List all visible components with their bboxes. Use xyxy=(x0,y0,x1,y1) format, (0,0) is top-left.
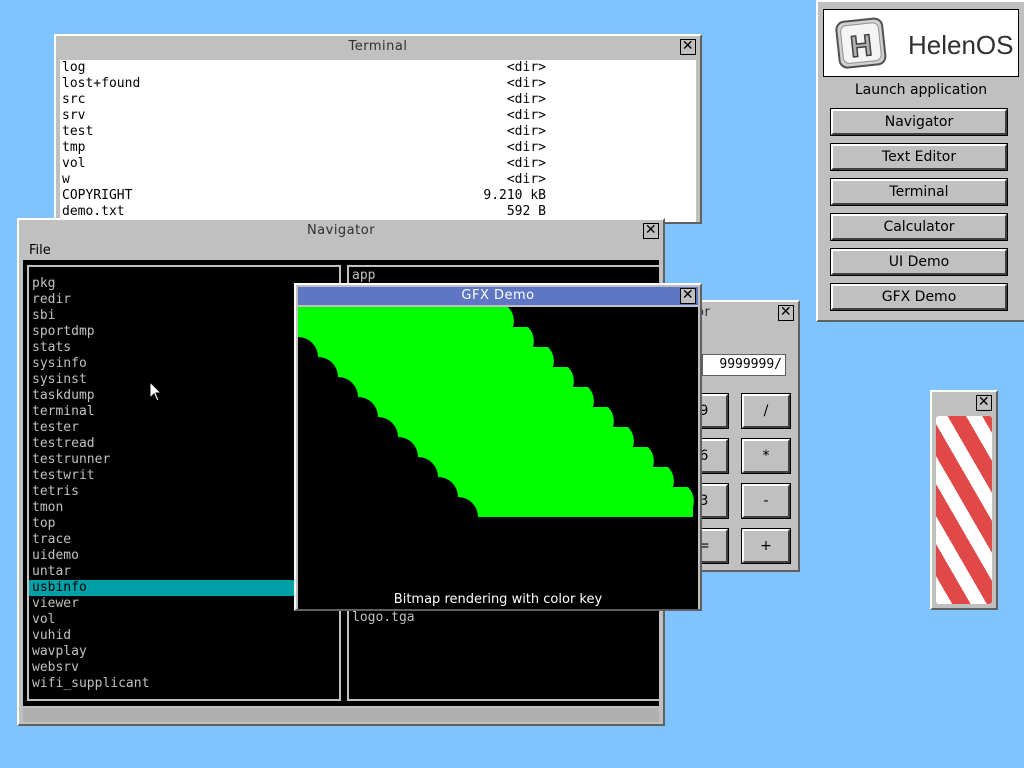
list-item[interactable]: sysinfo xyxy=(29,356,339,372)
terminal-line: src <dir> xyxy=(62,92,546,107)
close-icon: ✕ xyxy=(644,222,658,238)
list-item[interactable]: wavplay xyxy=(29,644,339,660)
terminal-line: w <dir> xyxy=(62,172,546,187)
list-item[interactable]: tester xyxy=(29,420,339,436)
launch-terminal-button[interactable]: Terminal xyxy=(830,178,1008,206)
list-item[interactable]: trace xyxy=(29,532,339,548)
list-item[interactable]: testread xyxy=(29,436,339,452)
logo-text: HelenOS xyxy=(908,30,1014,60)
close-icon: ✕ xyxy=(779,304,793,320)
barber-titlebar[interactable]: ✕ xyxy=(934,394,994,412)
navigator-close-button[interactable]: ✕ xyxy=(643,223,659,239)
list-item[interactable]: sysinst xyxy=(29,372,339,388)
terminal-content[interactable]: log <dir> lost+found <dir> src <dir> srv <di… xyxy=(60,60,696,222)
calculator-display: 9999999/ xyxy=(702,354,786,376)
list-item[interactable]: app xyxy=(349,268,375,284)
barber-pole-window[interactable]: ✕ xyxy=(930,390,998,610)
launch-gfx-demo-button[interactable]: GFX Demo xyxy=(830,283,1008,311)
calculator-titlebar[interactable]: or ✕ xyxy=(694,304,796,322)
list-item[interactable]: stats xyxy=(29,340,339,356)
list-item[interactable]: vol xyxy=(29,612,339,628)
barber-pole-animation xyxy=(936,416,992,604)
bitmap-render xyxy=(298,307,698,609)
navigator-titlebar[interactable]: Navigator ✕ xyxy=(21,222,661,240)
navigator-menubar: File xyxy=(21,242,661,260)
calculator-window[interactable]: or ✕ 9999999/ 9 / 6 * 3 - = + xyxy=(679,300,800,572)
close-icon: ✕ xyxy=(681,38,695,54)
list-item[interactable]: pkg xyxy=(29,276,339,292)
list-item-selected[interactable]: usbinfo xyxy=(29,580,339,596)
terminal-title: Terminal xyxy=(348,39,408,54)
list-item[interactable]: untar xyxy=(29,564,339,580)
gfx-demo-title: GFX Demo xyxy=(461,288,535,303)
gfx-demo-titlebar[interactable]: GFX Demo ✕ xyxy=(298,287,698,305)
list-item[interactable]: testrunner xyxy=(29,452,339,468)
list-item[interactable]: vuhid xyxy=(29,628,339,644)
gfx-demo-close-button[interactable]: ✕ xyxy=(680,288,696,304)
list-item[interactable]: terminal xyxy=(29,404,339,420)
terminal-line: lost+found <dir> xyxy=(62,76,546,91)
list-item[interactable]: logo.tga xyxy=(349,610,415,626)
calc-button-minus[interactable]: - xyxy=(741,483,791,519)
list-item[interactable]: uidemo xyxy=(29,548,339,564)
calc-button-divide[interactable]: / xyxy=(741,393,791,429)
terminal-line: tmp <dir> xyxy=(62,140,546,155)
terminal-window[interactable]: Terminal ✕ log <dir> lost+found <dir> src <… xyxy=(54,34,702,224)
close-icon: ✕ xyxy=(977,394,991,410)
list-item[interactable]: viewer xyxy=(29,596,339,612)
gfx-demo-window[interactable]: GFX Demo ✕ Bitmap rendering with color k… xyxy=(294,283,702,611)
list-item[interactable]: tmon xyxy=(29,500,339,516)
logo-letter: H xyxy=(849,29,874,64)
terminal-line: log <dir> xyxy=(62,60,546,75)
barber-close-button[interactable]: ✕ xyxy=(976,395,992,411)
mouse-cursor-icon xyxy=(149,381,163,402)
list-item[interactable]: redir xyxy=(29,292,339,308)
list-item[interactable]: taskdump xyxy=(29,388,339,404)
terminal-line: test <dir> xyxy=(62,124,546,139)
list-item[interactable]: testwrit xyxy=(29,468,339,484)
gfx-demo-caption: Bitmap rendering with color key xyxy=(393,592,603,607)
helenos-logo: H HelenOS xyxy=(823,9,1019,77)
terminal-close-button[interactable]: ✕ xyxy=(680,39,696,55)
launch-text-editor-button[interactable]: Text Editor xyxy=(830,143,1008,171)
helenos-logo-icon: H HelenOS xyxy=(835,17,1014,69)
list-item[interactable]: wifi_supplicant xyxy=(29,676,339,692)
menu-file[interactable]: File xyxy=(29,243,51,258)
launcher-window[interactable]: H HelenOS Launch application Navigator T… xyxy=(816,0,1024,322)
close-icon: ✕ xyxy=(681,287,695,303)
list-item[interactable]: sportdmp xyxy=(29,324,339,340)
navigator-title: Navigator xyxy=(306,223,376,238)
list-item[interactable]: tetris xyxy=(29,484,339,500)
terminal-line: vol <dir> xyxy=(62,156,546,171)
terminal-line: COPYRIGHT 9.210 kB xyxy=(62,188,546,203)
launch-calculator-button[interactable]: Calculator xyxy=(830,213,1008,241)
calc-button-multiply[interactable]: * xyxy=(741,438,791,474)
gfx-demo-canvas: Bitmap rendering with color key xyxy=(298,307,698,609)
list-item[interactable]: sbi xyxy=(29,308,339,324)
launch-navigator-button[interactable]: Navigator xyxy=(830,108,1008,136)
launcher-title: Launch application xyxy=(854,82,988,98)
calc-button-plus[interactable]: + xyxy=(741,528,791,564)
terminal-titlebar[interactable]: Terminal ✕ xyxy=(58,38,698,56)
navigator-statusbar xyxy=(23,708,659,722)
list-item[interactable]: websrv xyxy=(29,660,339,676)
terminal-line: srv <dir> xyxy=(62,108,546,123)
list-item[interactable]: top xyxy=(29,516,339,532)
calculator-close-button[interactable]: ✕ xyxy=(778,305,794,321)
launch-ui-demo-button[interactable]: UI Demo xyxy=(830,248,1008,276)
